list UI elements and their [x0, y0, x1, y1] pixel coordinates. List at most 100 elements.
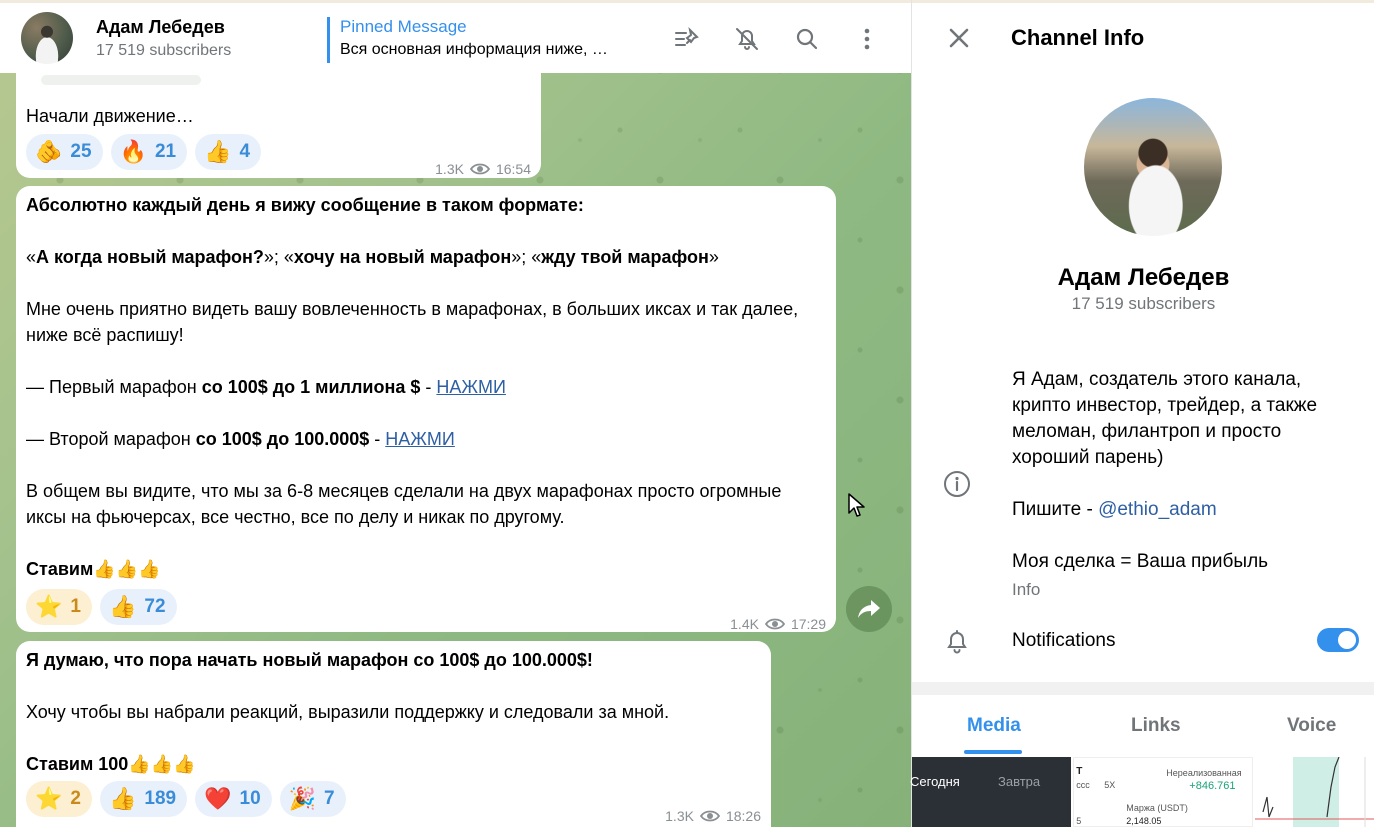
- active-tab-indicator: [964, 750, 1022, 754]
- tab-links[interactable]: Links: [1131, 715, 1181, 737]
- pin-list-icon[interactable]: [673, 25, 701, 53]
- message-bold-text: Абсолютно каждый день я вижу сообщение в…: [26, 195, 584, 215]
- notifications-toggle[interactable]: [1317, 628, 1359, 652]
- tab-voice[interactable]: Voice: [1287, 715, 1336, 737]
- search-icon[interactable]: [793, 25, 821, 53]
- reaction-thumbs-up[interactable]: 👍 189: [99, 781, 188, 817]
- thumb-text: Сегодня: [910, 774, 960, 789]
- forward-button[interactable]: [846, 586, 892, 632]
- reaction-thumbs-up[interactable]: 👍 72: [99, 589, 177, 625]
- eye-icon: [469, 163, 490, 175]
- reaction-count: 1: [70, 596, 81, 617]
- bell-icon: [947, 630, 967, 654]
- channel-title-block[interactable]: Адам Лебедев 17 519 subscribers: [96, 17, 231, 60]
- description-line: Моя сделка = Ваша прибыль: [1012, 551, 1269, 572]
- reactions-row: 🫵 25 🔥 21 👍 4: [26, 134, 262, 170]
- message-line: Ставим 100👍👍👍: [26, 751, 766, 777]
- thumb-text: +846.761: [1189, 780, 1236, 792]
- message-spacer: [26, 725, 766, 751]
- media-thumbnail[interactable]: Сегодня Завтра: [910, 757, 1072, 827]
- reaction-emoji: 🫵: [35, 139, 63, 164]
- channel-avatar[interactable]: [21, 12, 73, 64]
- reaction-thumbs-up[interactable]: 👍 4: [195, 134, 262, 170]
- message-line: Ставим👍👍👍: [26, 556, 826, 582]
- channel-name: Адам Лебедев: [96, 16, 225, 37]
- message-meta: 1.3K 16:54: [435, 156, 531, 182]
- message-bold-text: Ставим 100👍👍👍: [26, 754, 196, 774]
- message-line: Мне очень приятно видеть вашу вовлеченно…: [26, 299, 799, 345]
- thumb-text: 2,148.05: [1126, 816, 1162, 826]
- reaction-emoji: 👍: [204, 139, 232, 164]
- text-run: -: [369, 429, 386, 449]
- message-spacer: [26, 270, 826, 296]
- info-title: Channel Info: [1011, 25, 1145, 50]
- text-run: «: [26, 247, 37, 267]
- close-icon[interactable]: [945, 24, 973, 52]
- text-run-bold: хочу на новый марафон: [293, 247, 512, 267]
- message-time: 18:26: [725, 808, 761, 824]
- message-spacer: [26, 400, 826, 426]
- reaction-star[interactable]: ⭐ 2: [26, 781, 92, 817]
- message-text: Начали движение…: [26, 106, 194, 126]
- text-run-bold: А когда новый марафон?: [36, 247, 264, 267]
- message-line: Хочу чтобы вы набрали реакций, выразили …: [26, 702, 670, 722]
- message-spacer: [26, 673, 766, 699]
- more-vertical-icon[interactable]: [853, 25, 881, 53]
- text-run: »: [708, 247, 719, 267]
- reaction-emoji: 🔥: [119, 139, 147, 164]
- message-bubble[interactable]: Я думаю, что пора начать новый марафон с…: [16, 641, 771, 827]
- reaction-fire[interactable]: 🔥 21: [110, 134, 188, 170]
- message-spacer: [26, 218, 826, 244]
- message-bubble[interactable]: Начали движение… 🫵 25 🔥 21 👍 4 1.3K 16:54: [16, 60, 541, 178]
- message-body: Абсолютно каждый день я вижу сообщение в…: [26, 192, 826, 582]
- mouse-cursor-icon: [848, 493, 865, 517]
- pinned-message[interactable]: Pinned Message Вся основная информация н…: [327, 17, 608, 63]
- media-thumbnail[interactable]: T ссс 5X Нереализованная +846.761 5 Марж…: [1073, 757, 1253, 827]
- reaction-count: 2: [70, 788, 81, 809]
- message-line: В общем вы видите, что мы за 6-8 месяцев…: [26, 481, 782, 527]
- reaction-point[interactable]: 🫵 25: [26, 134, 103, 170]
- description-line: Я Адам, создатель этого канала, крипто и…: [1012, 369, 1318, 468]
- reaction-emoji: ⭐: [35, 786, 63, 811]
- message-spacer: [26, 452, 826, 478]
- reaction-count: 25: [70, 141, 92, 162]
- message-meta: 1.4K 17:29: [730, 611, 826, 637]
- media-grid: Сегодня Завтра T ссс 5X Нереализованная …: [910, 757, 1374, 827]
- chat-area: Адам Лебедев 17 519 subscribers Pinned M…: [0, 0, 911, 827]
- eye-icon: [699, 810, 720, 822]
- message-spacer: [26, 348, 826, 374]
- forward-icon: [858, 600, 880, 618]
- message-bold-text: Я думаю, что пора начать новый марафон с…: [26, 650, 593, 670]
- link-first-marathon[interactable]: НАЖМИ: [436, 377, 506, 397]
- link-second-marathon[interactable]: НАЖМИ: [385, 429, 455, 449]
- text-run: Пишите -: [1012, 499, 1099, 520]
- reactions-row: ⭐ 2 👍 189 ❤️ 10 🎉 7: [26, 781, 346, 817]
- chart-thumbnail-graphic: [1254, 757, 1374, 827]
- thumb-text: Нереализованная: [1166, 768, 1242, 778]
- channel-avatar-large[interactable]: [1084, 98, 1222, 236]
- thumb-text: Завтра: [998, 774, 1041, 789]
- channel-description[interactable]: Я Адам, создатель этого канала, крипто и…: [1012, 367, 1362, 575]
- info-icon: [944, 471, 970, 497]
- media-thumbnail[interactable]: [1254, 757, 1374, 827]
- reaction-emoji: 👍: [108, 594, 137, 619]
- mute-bell-icon[interactable]: [733, 25, 761, 53]
- text-run-bold: со 100$ до 1 миллиона $: [201, 377, 421, 397]
- text-run: »; «: [511, 247, 542, 267]
- notifications-label: Notifications: [1012, 630, 1116, 651]
- message-meta: 1.3K 18:26: [665, 803, 761, 827]
- reaction-star[interactable]: ⭐ 1: [26, 589, 92, 625]
- reaction-heart[interactable]: ❤️ 10: [195, 781, 272, 817]
- pinned-text: Вся основная информация ниже, …: [340, 41, 608, 58]
- view-count: 1.3K: [665, 808, 694, 824]
- message-bubble[interactable]: Абсолютно каждый день я вижу сообщение в…: [16, 186, 836, 632]
- info-subscribers: 17 519 subscribers: [1071, 294, 1216, 313]
- mention-link[interactable]: @ethio_adam: [1098, 499, 1217, 520]
- tab-media[interactable]: Media: [967, 715, 1021, 737]
- reaction-count: 4: [239, 141, 251, 162]
- reaction-party[interactable]: 🎉 7: [279, 781, 346, 817]
- text-run: -: [420, 377, 437, 397]
- message-time: 17:29: [790, 616, 826, 632]
- reaction-count: 189: [144, 788, 177, 809]
- chat-header: Адам Лебедев 17 519 subscribers Pinned M…: [0, 0, 911, 73]
